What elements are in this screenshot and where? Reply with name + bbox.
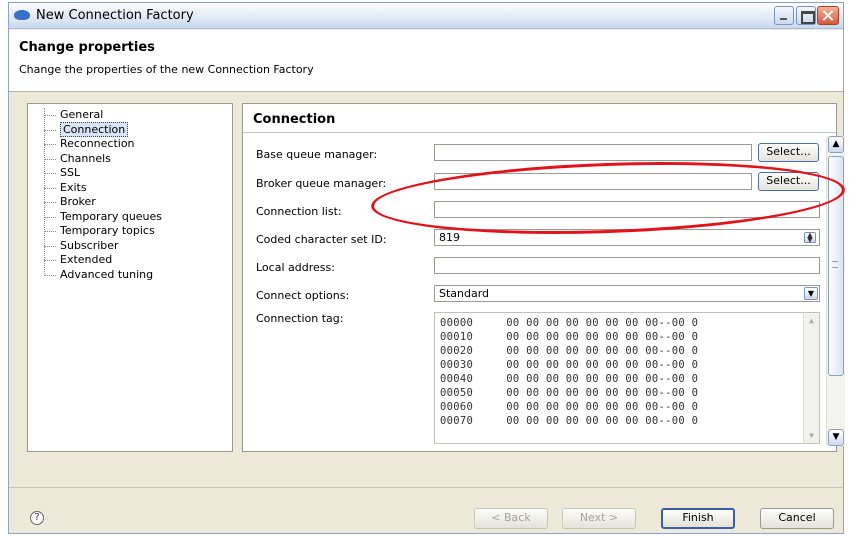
scroll-up-icon[interactable]: ▲ [828, 136, 844, 153]
nav-item-channels[interactable]: Channels [43, 152, 162, 167]
broker-qm-label: Broker queue manager: [256, 177, 387, 190]
connect-options-label: Connect options: [256, 289, 350, 302]
scroll-down-icon[interactable]: ▼ [806, 430, 817, 441]
nav-item-temporary-topics[interactable]: Temporary topics [43, 224, 162, 239]
broker-qm-input[interactable] [434, 173, 752, 190]
tree-line [44, 108, 45, 274]
nav-item-connection[interactable]: Connection [43, 121, 162, 138]
footer-divider [9, 487, 843, 488]
connect-options-select[interactable]: Standard ▼ [434, 285, 820, 302]
nav-item-broker[interactable]: Broker [43, 195, 162, 210]
nav-item-advanced-tuning[interactable]: Advanced tuning [43, 268, 162, 283]
back-button[interactable]: < Back [474, 508, 548, 529]
base-qm-select-button[interactable]: Select... [758, 143, 819, 162]
spinner-arrows-icon[interactable]: ▲ ▼ [804, 232, 816, 244]
maximize-button[interactable] [796, 6, 816, 25]
hex-row: 00060 00 00 00 00 00 00 00 00--00 0 [440, 401, 699, 413]
hex-row: 00000 00 00 00 00 00 00 00 00--00 0 [440, 317, 699, 329]
ccsid-value: 819 [439, 231, 460, 244]
title-bar[interactable]: New Connection Factory [9, 3, 843, 29]
hex-row: 00040 00 00 00 00 00 00 00 00--00 0 [440, 373, 699, 385]
connection-tag-label: Connection tag: [256, 312, 344, 325]
close-button[interactable] [817, 6, 839, 25]
dialog-window: New Connection Factory Change properties… [8, 2, 847, 534]
ccsid-spinner[interactable]: 819 ▲ ▼ [434, 229, 820, 246]
cancel-button[interactable]: Cancel [760, 508, 834, 529]
nav-item-temporary-queues[interactable]: Temporary queues [43, 210, 162, 225]
window-title: New Connection Factory [36, 8, 194, 23]
nav-item-ssl[interactable]: SSL [43, 166, 162, 181]
app-icon [14, 10, 30, 20]
wizard-header: Change properties Change the properties … [9, 30, 843, 92]
finish-button[interactable]: Finish [661, 508, 735, 529]
chevron-down-icon[interactable]: ▼ [804, 287, 818, 300]
page-title: Change properties [19, 40, 155, 55]
panel-divider [243, 132, 836, 133]
hex-row: 00070 00 00 00 00 00 00 00 00--00 0 [440, 415, 699, 427]
nav-item-extended[interactable]: Extended [43, 253, 162, 268]
nav-item-exits[interactable]: Exits [43, 181, 162, 196]
hex-row: 00020 00 00 00 00 00 00 00 00--00 0 [440, 345, 699, 357]
base-qm-label: Base queue manager: [256, 148, 378, 161]
minimize-button[interactable] [774, 6, 794, 25]
nav-item-reconnection[interactable]: Reconnection [43, 137, 162, 152]
connection-panel: Connection Base queue manager: Select...… [242, 103, 837, 452]
connection-list-input[interactable] [434, 201, 820, 218]
next-button[interactable]: Next > [562, 508, 636, 529]
panel-scrollbar[interactable]: ▲ ▼ [826, 136, 845, 446]
panel-title: Connection [253, 112, 336, 127]
properties-nav-tree: General Connection Reconnection Channels… [27, 103, 233, 452]
hex-row: 00050 00 00 00 00 00 00 00 00--00 0 [440, 387, 699, 399]
nav-list: General Connection Reconnection Channels… [43, 108, 162, 283]
question-circle-icon[interactable]: ? [30, 511, 44, 525]
hex-scrollbar[interactable]: ▲ ▼ [803, 313, 819, 443]
page-subtitle: Change the properties of the new Connect… [19, 63, 314, 76]
base-qm-input[interactable] [434, 144, 752, 161]
hex-row: 00010 00 00 00 00 00 00 00 00--00 0 [440, 331, 699, 343]
scroll-up-icon[interactable]: ▲ [806, 315, 817, 326]
connection-tag-hex-editor[interactable]: 00000 00 00 00 00 00 00 00 00--00 0 0001… [434, 312, 820, 444]
scroll-down-icon[interactable]: ▼ [828, 429, 844, 446]
hex-row: 00030 00 00 00 00 00 00 00 00--00 0 [440, 359, 699, 371]
broker-qm-select-button[interactable]: Select... [758, 172, 819, 191]
local-address-label: Local address: [256, 261, 335, 274]
ccsid-label: Coded character set ID: [256, 233, 387, 246]
nav-item-general[interactable]: General [43, 108, 162, 123]
connection-list-label: Connection list: [256, 205, 342, 218]
thumb-grip-icon [832, 261, 838, 268]
connect-options-value: Standard [439, 287, 490, 300]
local-address-input[interactable] [434, 257, 820, 274]
nav-item-subscriber[interactable]: Subscriber [43, 239, 162, 254]
